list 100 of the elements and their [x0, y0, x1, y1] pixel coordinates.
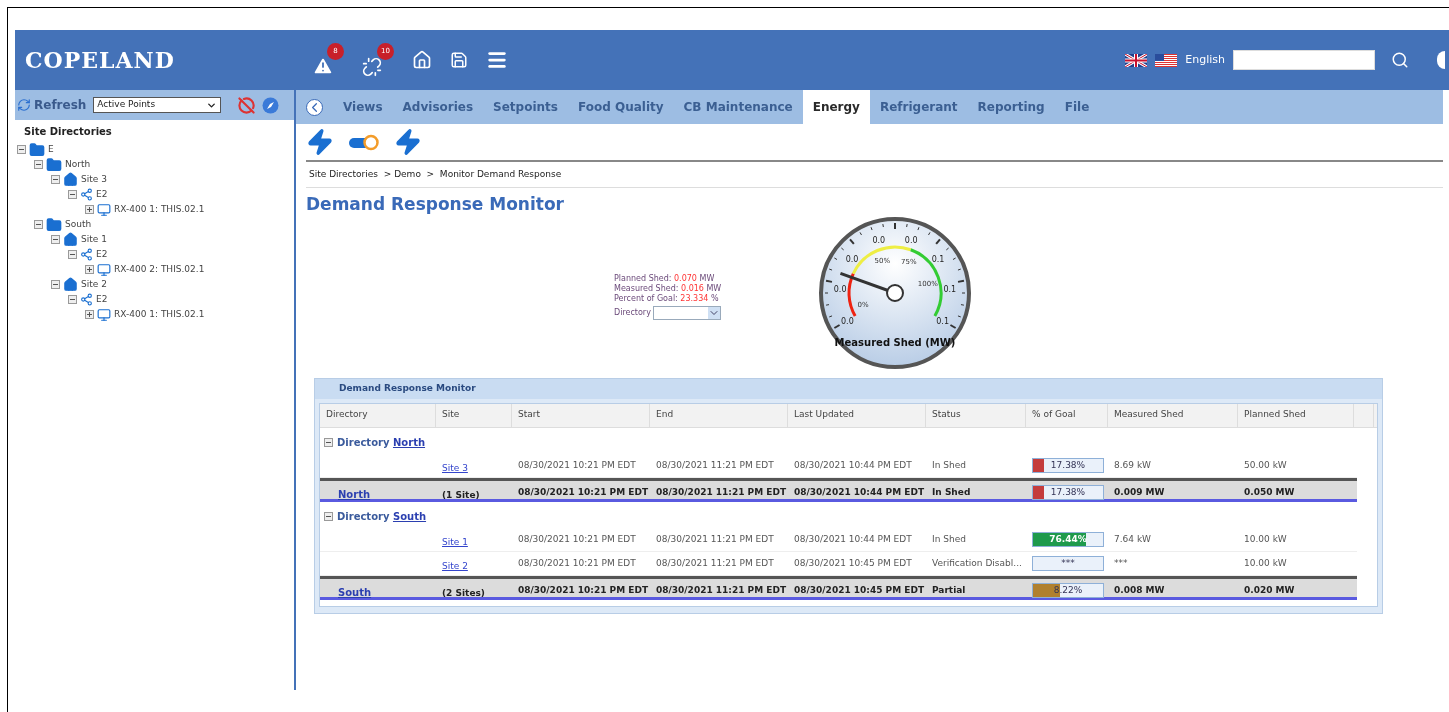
- site-link[interactable]: Site 3: [442, 462, 468, 473]
- column-header[interactable]: Planned Shed: [1238, 403, 1354, 427]
- tree-item[interactable]: RX-400 1: THIS.02.1: [114, 202, 205, 217]
- compass-icon[interactable]: [262, 96, 280, 114]
- tree-item[interactable]: E2: [96, 187, 108, 202]
- tree-item[interactable]: Site 2: [81, 277, 107, 292]
- measured-shed: 7.64 kW: [1113, 532, 1152, 546]
- bolt-icon[interactable]: [394, 128, 422, 156]
- end-time: 08/30/2021 11:21 PM EDT: [655, 532, 775, 546]
- us-flag-icon[interactable]: [1155, 53, 1178, 67]
- warning-icon: [312, 55, 334, 77]
- collapse-icon[interactable]: [68, 250, 77, 259]
- site-link[interactable]: Site 1: [442, 536, 468, 547]
- column-header[interactable]: % of Goal: [1026, 403, 1108, 427]
- percent-text: 17.38%: [1050, 486, 1086, 499]
- refresh-button[interactable]: Refresh: [17, 96, 87, 114]
- tree-item[interactable]: South: [65, 217, 92, 232]
- gauge-scale-label: 0.0: [845, 254, 859, 264]
- save-icon[interactable]: [450, 51, 468, 69]
- measured-shed: 8.69 kW: [1113, 458, 1152, 472]
- collapse-icon[interactable]: [68, 295, 77, 304]
- search-field[interactable]: [1233, 50, 1375, 70]
- status-text: In Shed: [931, 458, 967, 472]
- end-time: 08/30/2021 11:21 PM EDT: [655, 556, 775, 570]
- collapse-icon[interactable]: [34, 220, 43, 229]
- directory-label: Directory: [614, 307, 651, 318]
- home-icon[interactable]: [412, 50, 432, 70]
- status-text: In Shed: [931, 532, 967, 546]
- collapse-icon[interactable]: [51, 175, 60, 184]
- tree-item[interactable]: E2: [96, 292, 108, 307]
- planned-shed: 0.050 MW: [1243, 485, 1296, 499]
- menu-icon[interactable]: [486, 49, 508, 71]
- collapse-icon[interactable]: [324, 438, 333, 447]
- start-time: 08/30/2021 10:21 PM EDT: [517, 556, 637, 570]
- collapse-icon[interactable]: [17, 145, 26, 154]
- directory-link[interactable]: South: [392, 511, 427, 522]
- group-header: Directory North: [337, 436, 426, 450]
- summary-line: Planned Shed: 0.070 MW: [614, 273, 716, 284]
- gauge-scale-label: 0.0: [834, 284, 847, 294]
- site-count: (2 Sites): [442, 587, 485, 598]
- panel-title: Demand Response Monitor: [315, 378, 1382, 399]
- group-header: Directory South: [337, 510, 427, 524]
- tree-item[interactable]: North: [65, 157, 91, 172]
- updated-time: 08/30/2021 10:44 PM EDT: [793, 458, 913, 472]
- uk-flag-icon[interactable]: [1125, 53, 1148, 67]
- search-icon[interactable]: [1391, 51, 1409, 69]
- measured-shed: ***: [1113, 556, 1129, 570]
- column-header[interactable]: Status: [926, 403, 1026, 427]
- column-header[interactable]: Directory: [320, 403, 436, 427]
- folder-icon: [29, 141, 45, 158]
- planned-shed: 10.00 kW: [1243, 556, 1288, 570]
- end-time: 08/30/2021 11:21 PM EDT: [655, 583, 788, 597]
- percent-text: ***: [1032, 556, 1104, 571]
- back-icon[interactable]: [306, 98, 323, 116]
- start-time: 08/30/2021 10:21 PM EDT: [517, 485, 650, 499]
- gauge-scale-label: 0.0: [872, 235, 886, 245]
- collapse-icon[interactable]: [34, 160, 43, 169]
- summary-line: Percent of Goal: 23.334 %: [614, 293, 720, 304]
- site-link[interactable]: Site 2: [442, 560, 468, 571]
- gauge-scale-label: 0.0: [841, 316, 854, 325]
- collapse-icon[interactable]: [68, 190, 77, 199]
- updated-time: 08/30/2021 10:44 PM EDT: [793, 485, 926, 499]
- percent-text: 17.38%: [1050, 459, 1086, 472]
- chevron-down-icon: [707, 306, 720, 319]
- broken-link-icon: [362, 57, 382, 77]
- directory-link[interactable]: North: [338, 488, 371, 500]
- folder-icon: [46, 156, 62, 173]
- tree-item[interactable]: RX-400 1: THIS.02.1: [114, 307, 205, 322]
- tree-item[interactable]: RX-400 2: THIS.02.1: [114, 262, 205, 277]
- refresh-icon: [17, 98, 31, 112]
- column-header[interactable]: Site: [436, 403, 512, 427]
- bolt-icon[interactable]: [306, 128, 334, 156]
- column-header[interactable]: Measured Shed: [1108, 403, 1238, 427]
- house-icon: [63, 277, 78, 292]
- language-label[interactable]: English: [1185, 51, 1225, 69]
- collapse-icon[interactable]: [324, 512, 333, 521]
- column-header[interactable]: Start: [512, 403, 650, 427]
- start-time: 08/30/2021 10:21 PM EDT: [517, 532, 637, 546]
- directory-link[interactable]: South: [338, 586, 372, 598]
- tree-item[interactable]: Site 1: [81, 232, 107, 247]
- expand-icon[interactable]: [85, 310, 94, 319]
- round-button[interactable]: [1437, 51, 1445, 69]
- expand-icon[interactable]: [85, 265, 94, 274]
- start-time: 08/30/2021 10:21 PM EDT: [517, 583, 650, 597]
- column-header[interactable]: Last Updated: [788, 403, 926, 427]
- directory-link[interactable]: North: [392, 437, 426, 448]
- tree-item[interactable]: E2: [96, 247, 108, 262]
- collapse-icon[interactable]: [51, 235, 60, 244]
- filter-dropdown[interactable]: Active Points: [93, 97, 222, 113]
- updated-time: 08/30/2021 10:45 PM EDT: [793, 583, 926, 597]
- tree-item[interactable]: E: [48, 142, 54, 157]
- column-header[interactable]: End: [650, 403, 788, 427]
- expand-icon[interactable]: [85, 205, 94, 214]
- collapse-icon[interactable]: [51, 280, 60, 289]
- logo: COPELAND: [25, 45, 175, 75]
- toggle-icon[interactable]: [348, 133, 380, 151]
- measured-shed: 0.009 MW: [1113, 485, 1166, 499]
- gauge-scale-label: 0.0: [905, 235, 918, 245]
- nav-tab[interactable]: Energy: [802, 90, 870, 124]
- tree-item[interactable]: Site 3: [81, 172, 107, 187]
